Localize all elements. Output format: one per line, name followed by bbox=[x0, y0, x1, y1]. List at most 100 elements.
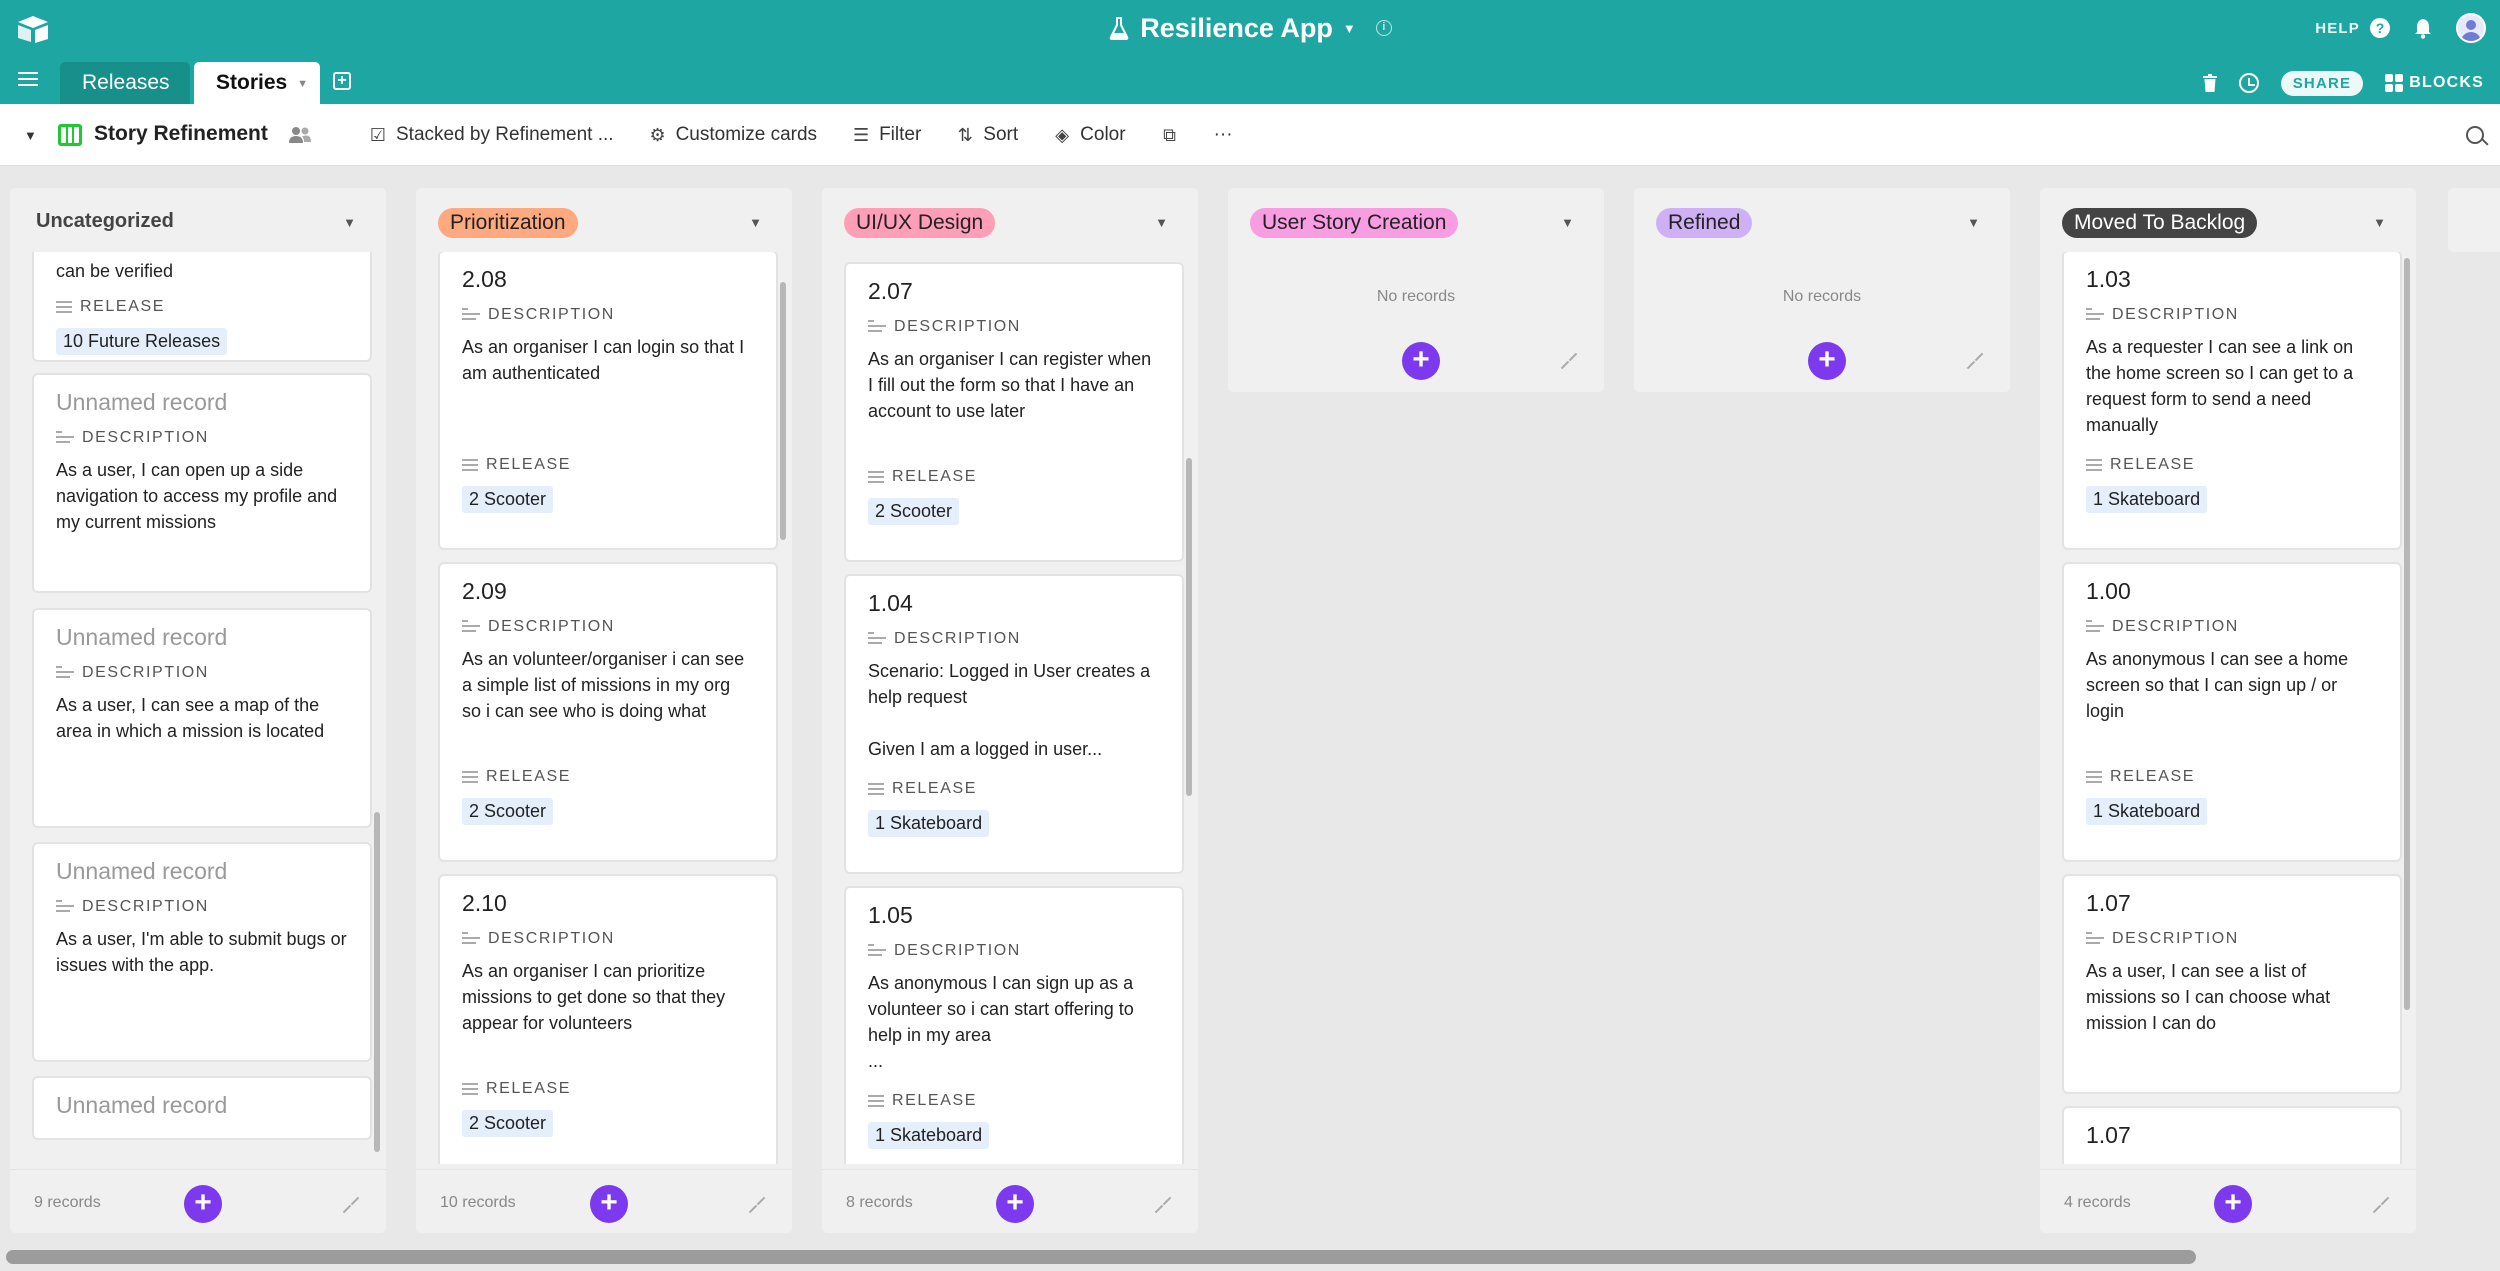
blocks-button[interactable]: BLOCKS bbox=[2385, 74, 2484, 92]
help-icon[interactable]: ? bbox=[2370, 18, 2390, 38]
column-menu-chevron-down-icon[interactable]: ▼ bbox=[749, 215, 762, 230]
list-icon bbox=[2086, 459, 2102, 471]
long-text-icon bbox=[56, 900, 74, 914]
app-menu-chevron-down-icon[interactable]: ▼ bbox=[1343, 21, 1356, 36]
long-text-icon bbox=[56, 666, 74, 680]
share-view-button[interactable]: ⧉ bbox=[1160, 125, 1180, 146]
add-record-button[interactable]: + bbox=[590, 1185, 628, 1223]
add-record-button[interactable]: + bbox=[1808, 342, 1846, 380]
expand-icon[interactable] bbox=[2372, 1196, 2390, 1214]
empty-state: No records bbox=[1782, 288, 1862, 305]
add-record-button[interactable]: + bbox=[996, 1185, 1034, 1223]
column-footer: 9 records + bbox=[10, 1169, 386, 1233]
search-icon[interactable] bbox=[2466, 126, 2484, 144]
avatar[interactable] bbox=[2456, 13, 2486, 43]
board-horizontal-scrollbar[interactable] bbox=[6, 1250, 2196, 1264]
column-title: Prioritization bbox=[438, 208, 578, 238]
airtable-logo-icon[interactable] bbox=[16, 14, 50, 44]
history-icon[interactable] bbox=[2238, 73, 2259, 93]
add-record-button[interactable]: + bbox=[1402, 342, 1440, 380]
help-link[interactable]: HELP bbox=[2315, 20, 2360, 37]
record-card[interactable]: 2.09 DESCRIPTION As an volunteer/organis… bbox=[438, 562, 778, 862]
tab-stories[interactable]: Stories ▼ bbox=[194, 62, 320, 104]
record-card[interactable]: 1.03 DESCRIPTION As a requester I can se… bbox=[2062, 252, 2402, 550]
app-title[interactable]: Resilience App bbox=[1140, 13, 1333, 44]
record-card[interactable]: 1.05 DESCRIPTION As anonymous I can sign… bbox=[844, 886, 1184, 1164]
column-cards: 2.07 DESCRIPTION As an organiser I can r… bbox=[822, 252, 1198, 1164]
column-menu-chevron-down-icon[interactable]: ▼ bbox=[343, 215, 356, 230]
expand-icon[interactable] bbox=[342, 1196, 360, 1214]
customize-cards-button[interactable]: ⚙ Customize cards bbox=[648, 124, 817, 146]
expand-icon[interactable] bbox=[1154, 1196, 1172, 1214]
card-description: As an volunteer/organiser i can see a si… bbox=[462, 649, 745, 721]
color-button[interactable]: ◈ Color bbox=[1052, 124, 1125, 146]
filter-button[interactable]: ☰ Filter bbox=[851, 124, 921, 146]
record-card[interactable]: 2.08 DESCRIPTION As an organiser I can l… bbox=[438, 252, 778, 550]
column-scrollbar[interactable] bbox=[1186, 458, 1192, 796]
add-record-button[interactable]: + bbox=[2214, 1185, 2252, 1223]
share-button[interactable]: SHARE bbox=[2280, 70, 2364, 96]
card-description: As an organiser I can register when I fi… bbox=[868, 349, 1152, 421]
record-card[interactable]: 2.07 DESCRIPTION As an organiser I can r… bbox=[844, 262, 1184, 562]
list-icon bbox=[868, 783, 884, 795]
record-card[interactable]: can be verified RELEASE 10 Future Releas… bbox=[32, 252, 372, 362]
bell-icon[interactable] bbox=[2412, 17, 2434, 39]
tab-chevron-down-icon[interactable]: ▼ bbox=[297, 78, 308, 90]
expand-icon[interactable] bbox=[748, 1196, 766, 1214]
record-card[interactable]: Unnamed record DESCRIPTION As a user, I'… bbox=[32, 842, 372, 1062]
release-field-label: RELEASE bbox=[462, 1078, 754, 1100]
record-card[interactable]: 1.07 bbox=[2062, 1106, 2402, 1164]
column-title: User Story Creation bbox=[1250, 208, 1459, 238]
record-card[interactable]: Unnamed record DESCRIPTION As a user, I … bbox=[32, 608, 372, 828]
record-card[interactable]: 1.00 DESCRIPTION As anonymous I can see … bbox=[2062, 562, 2402, 862]
column-header[interactable]: Uncategorized ▼ bbox=[10, 188, 386, 252]
column-footer: 8 records + bbox=[822, 1169, 1198, 1233]
column-header[interactable]: Refined ▼ bbox=[1634, 188, 2010, 252]
description-field-label: DESCRIPTION bbox=[462, 616, 754, 638]
release-field-label: RELEASE bbox=[2086, 766, 2378, 788]
info-icon[interactable]: i bbox=[1375, 20, 1392, 36]
expand-icon[interactable] bbox=[1560, 352, 1578, 370]
stacked-by-button[interactable]: ☑ Stacked by Refinement ... bbox=[368, 124, 614, 146]
expand-icon[interactable] bbox=[1966, 352, 1984, 370]
record-card[interactable]: 1.04 DESCRIPTION Scenario: Logged in Use… bbox=[844, 574, 1184, 874]
menu-icon[interactable] bbox=[18, 72, 38, 86]
column-header[interactable]: Moved To Backlog ▼ bbox=[2040, 188, 2416, 252]
sort-button[interactable]: ⇅ Sort bbox=[955, 124, 1018, 146]
more-options-button[interactable]: ··· bbox=[1214, 124, 1233, 146]
card-title: 2.08 bbox=[462, 266, 507, 292]
card-description: As an organiser I can login so that I am… bbox=[462, 337, 745, 383]
column-footer: 4 records + bbox=[2040, 1169, 2416, 1233]
column-uncategorized: Uncategorized ▼ can be verified RELEASE … bbox=[10, 188, 386, 1233]
column-scrollbar[interactable] bbox=[374, 812, 380, 1152]
column-menu-chevron-down-icon[interactable]: ▼ bbox=[1561, 215, 1574, 230]
record-card[interactable]: Unnamed record bbox=[32, 1076, 372, 1140]
color-label: Color bbox=[1080, 124, 1126, 145]
view-switcher-chevron-down-icon[interactable]: ▼ bbox=[24, 128, 37, 143]
more-options-icon: ··· bbox=[1213, 124, 1233, 145]
card-title: Unnamed record bbox=[56, 389, 228, 415]
description-field-label: DESCRIPTION bbox=[2086, 928, 2378, 950]
blocks-icon bbox=[2385, 74, 2404, 92]
column-next-partial[interactable] bbox=[2448, 188, 2500, 252]
record-card[interactable]: 1.07 DESCRIPTION As a user, I can see a … bbox=[2062, 874, 2402, 1094]
column-header[interactable]: UI/UX Design ▼ bbox=[822, 188, 1198, 252]
add-table-icon[interactable]: + bbox=[333, 72, 351, 90]
column-scrollbar[interactable] bbox=[780, 282, 786, 540]
column-menu-chevron-down-icon[interactable]: ▼ bbox=[1155, 215, 1168, 230]
column-menu-chevron-down-icon[interactable]: ▼ bbox=[1967, 215, 1980, 230]
column-menu-chevron-down-icon[interactable]: ▼ bbox=[2373, 215, 2386, 230]
column-refined: Refined ▼ No records + bbox=[1634, 188, 2010, 392]
column-header[interactable]: User Story Creation ▼ bbox=[1228, 188, 1604, 252]
collaborative-view-icon[interactable] bbox=[288, 126, 312, 144]
tab-releases[interactable]: Releases bbox=[60, 62, 190, 104]
column-header[interactable]: Prioritization ▼ bbox=[416, 188, 792, 252]
add-record-button[interactable]: + bbox=[184, 1185, 222, 1223]
record-count: 10 records bbox=[440, 1194, 516, 1211]
view-name[interactable]: Story Refinement bbox=[94, 122, 268, 146]
trash-icon[interactable] bbox=[2202, 74, 2217, 92]
column-scrollbar[interactable] bbox=[2404, 258, 2410, 1010]
record-card[interactable]: Unnamed record DESCRIPTION As a user, I … bbox=[32, 373, 372, 593]
record-card[interactable]: 2.10 DESCRIPTION As an organiser I can p… bbox=[438, 874, 778, 1164]
kanban-board: Uncategorized ▼ can be verified RELEASE … bbox=[0, 166, 2500, 1271]
